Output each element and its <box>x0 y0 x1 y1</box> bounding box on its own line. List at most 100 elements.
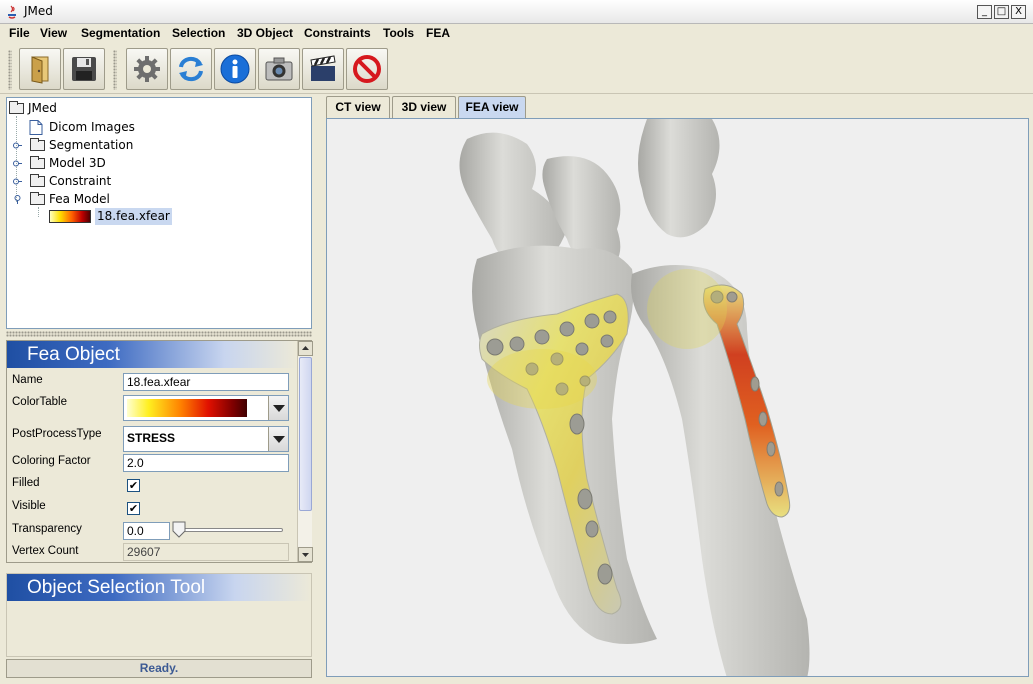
colormap-icon <box>49 210 91 223</box>
menu-tools[interactable]: Tools <box>383 26 414 40</box>
expand-handle-icon[interactable] <box>13 160 22 167</box>
visible-label: Visible <box>12 500 46 512</box>
document-icon <box>29 120 43 135</box>
tree-root[interactable]: JMed <box>9 100 129 117</box>
stress-overlay <box>487 349 597 409</box>
scroll-down-arrow-icon[interactable] <box>298 547 313 562</box>
expand-handle-icon[interactable] <box>13 142 22 149</box>
refresh-icon <box>179 56 203 82</box>
filled-checkbox[interactable]: ✔ <box>127 479 140 492</box>
chevron-down-icon[interactable] <box>268 396 288 420</box>
menu-3d-object[interactable]: 3D Object <box>237 26 293 40</box>
scroll-thumb[interactable] <box>299 357 312 511</box>
tree-line <box>38 207 39 217</box>
save-button[interactable] <box>63 48 105 90</box>
stop-icon <box>353 55 381 83</box>
window-title: JMed <box>24 4 53 18</box>
project-tree: JMed Dicom Images Segmentation Model 3D … <box>6 97 312 329</box>
folder-icon <box>9 101 24 114</box>
title-bar: JMed _ □ X <box>0 0 1033 24</box>
menu-segmentation[interactable]: Segmentation <box>81 26 160 40</box>
transparency-slider-track[interactable] <box>177 528 283 532</box>
folder-icon <box>30 138 45 151</box>
tree-item-fea-file[interactable]: 18.fea.xfear <box>47 208 172 225</box>
maximize-button[interactable]: □ <box>994 5 1009 19</box>
folder-icon <box>30 156 45 169</box>
colortable-swatch <box>127 399 247 417</box>
name-label: Name <box>12 374 43 386</box>
menu-view[interactable]: View <box>40 26 67 40</box>
vertex-count-field: 29607 <box>123 543 289 561</box>
tab-ct-view[interactable]: CT view <box>326 96 390 118</box>
filled-label: Filled <box>12 477 40 489</box>
tab-3d-view[interactable]: 3D view <box>392 96 456 118</box>
chevron-down-icon[interactable] <box>268 427 288 451</box>
menu-fea[interactable]: FEA <box>426 26 450 40</box>
name-field[interactable]: 18.fea.xfear <box>123 373 289 391</box>
coloring-factor-field[interactable]: 2.0 <box>123 454 289 472</box>
fea-object-panel: Fea Object Name 18.fea.xfear ColorTable … <box>6 340 313 563</box>
fea-3d-viewport[interactable] <box>326 118 1029 677</box>
menu-constraints[interactable]: Constraints <box>304 26 371 40</box>
colortable-dropdown[interactable] <box>123 395 289 421</box>
refresh-button[interactable] <box>170 48 212 90</box>
folder-open-icon <box>30 192 45 205</box>
screenshot-button[interactable] <box>258 48 300 90</box>
info-icon <box>220 54 250 84</box>
object-selection-panel: Object Selection Tool <box>6 573 312 657</box>
postprocess-dropdown[interactable]: STRESS <box>123 426 289 452</box>
tree-item-label: Dicom Images <box>49 120 135 134</box>
folder-icon <box>30 174 45 187</box>
panel-title: Fea Object <box>7 341 297 368</box>
postprocess-label: PostProcessType <box>12 428 102 440</box>
tree-item-fea-model[interactable]: Fea Model <box>9 191 149 208</box>
clapperboard-icon <box>310 55 336 81</box>
toolbar-grip[interactable] <box>8 50 12 90</box>
settings-icon <box>134 56 160 82</box>
status-bar: Ready. <box>6 659 312 678</box>
close-button[interactable]: X <box>1011 5 1026 19</box>
open-button[interactable] <box>19 48 61 90</box>
stop-button[interactable] <box>346 48 388 90</box>
tree-item-label: Model 3D <box>49 156 106 170</box>
tree-item-label: Segmentation <box>49 138 134 152</box>
camera-icon <box>265 57 293 81</box>
tree-item-label: Fea Model <box>49 192 110 206</box>
scroll-up-arrow-icon[interactable] <box>298 341 313 356</box>
tree-item-label-selected: 18.fea.xfear <box>95 208 172 225</box>
menu-bar: File View Segmentation Selection 3D Obje… <box>0 24 1033 46</box>
colortable-label: ColorTable <box>12 396 67 408</box>
transparency-field[interactable]: 0.0 <box>123 522 170 540</box>
vertex-count-label: Vertex Count <box>12 545 79 557</box>
split-divider[interactable] <box>6 331 312 337</box>
toolbar-grip-2[interactable] <box>113 50 117 90</box>
tree-item-label: Constraint <box>49 174 112 188</box>
transparency-slider-thumb[interactable] <box>172 521 186 538</box>
carpal-bone <box>638 119 720 238</box>
java-app-icon <box>8 5 16 19</box>
panel-title: Object Selection Tool <box>7 574 311 601</box>
postprocess-value: STRESS <box>127 431 176 445</box>
minimize-button[interactable]: _ <box>977 5 992 19</box>
panel-scrollbar[interactable] <box>297 341 313 562</box>
tree-item-dicom-images[interactable]: Dicom Images <box>9 119 149 136</box>
settings-button[interactable] <box>126 48 168 90</box>
save-icon <box>72 57 96 81</box>
tree-item-model-3d[interactable]: Model 3D <box>9 155 149 172</box>
coloring-factor-label: Coloring Factor <box>12 455 91 467</box>
fea-model-render[interactable] <box>327 119 1029 677</box>
collapse-handle-icon[interactable] <box>14 195 21 204</box>
transparency-label: Transparency <box>12 523 82 535</box>
tree-root-label: JMed <box>28 101 57 115</box>
tree-item-segmentation[interactable]: Segmentation <box>9 137 149 154</box>
info-button[interactable] <box>214 48 256 90</box>
menu-file[interactable]: File <box>9 26 30 40</box>
expand-handle-icon[interactable] <box>13 178 22 185</box>
toolbar <box>0 46 1033 94</box>
menu-selection[interactable]: Selection <box>172 26 225 40</box>
open-icon <box>31 56 49 84</box>
tree-item-constraint[interactable]: Constraint <box>9 173 149 190</box>
record-button[interactable] <box>302 48 344 90</box>
tab-fea-view[interactable]: FEA view <box>458 96 526 119</box>
visible-checkbox[interactable]: ✔ <box>127 502 140 515</box>
